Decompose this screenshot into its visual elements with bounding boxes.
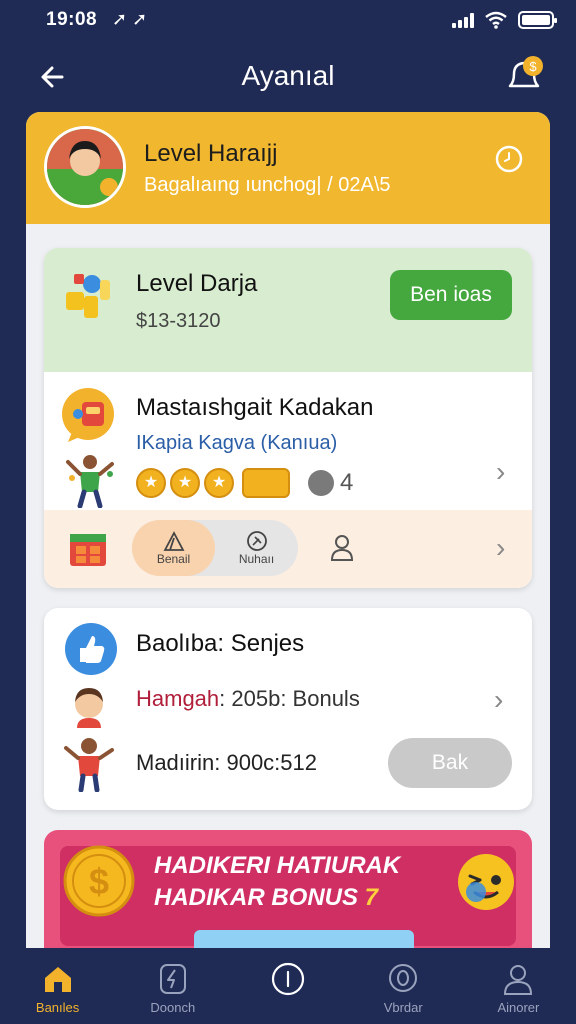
bonus-row-1-highlight: Hamgah [136, 686, 220, 711]
promo-headline: HADIKERI HATIURAK [154, 852, 401, 879]
option-nuhaii-label: Nuhaıı [238, 552, 275, 566]
compass-icon [246, 531, 267, 551]
level-card: Level Darja $13-3120 Ben ioas Mastaıshga… [44, 248, 532, 588]
tab-home[interactable]: Banıles [0, 948, 115, 1024]
bonus-row-1[interactable]: Hamgah: 205b: Bonuls [136, 686, 360, 712]
level-value: $13-3120 [136, 310, 221, 332]
winking-emoji-icon [458, 854, 514, 910]
svg-text:$: $ [89, 861, 109, 902]
bolt-icon [159, 964, 186, 994]
promo-subline-text: HADIKAR BONUS [154, 884, 358, 911]
profile-header: Level Haraıjj Bagalıaıng ıunchog| / 02A\… [26, 112, 550, 224]
page-title: Ayanıal [241, 60, 335, 91]
chevron-right-icon[interactable]: › [494, 686, 514, 714]
profile-subtitle: Bagalıaıng ıunchog| / 02A\5 [144, 174, 391, 196]
star-coin-icon: ★ [136, 468, 166, 498]
option-benail[interactable]: Benail [132, 520, 215, 576]
location-arrow-icon: ➚ ➚ [112, 9, 148, 29]
level-title: Level Darja [136, 270, 258, 297]
person-outline-icon[interactable] [328, 532, 356, 564]
tab-ainorer[interactable]: Ainorer [461, 948, 576, 1024]
wallet-bubble-icon [62, 388, 114, 442]
circle-icon [271, 962, 305, 996]
app-header: Ayanıal $ [0, 52, 576, 102]
level-section: Level Darja $13-3120 Ben ioas [44, 248, 532, 372]
tab-vbrdar[interactable]: Vbrdar [346, 948, 461, 1024]
home-icon [44, 967, 71, 992]
reward-coins: ★ ★ ★ 4 [136, 468, 353, 498]
quest-section[interactable]: Mastaıshgait Kadakan IKapia Kagva (Kanıu… [44, 372, 532, 510]
tab-ainorer-label: Ainorer [497, 1000, 540, 1015]
signal-icon [452, 12, 474, 28]
user-icon [504, 965, 533, 995]
tab-vbrdar-label: Vbrdar [383, 1000, 423, 1015]
wifi-icon [485, 11, 507, 29]
quest-options: Benail Nuhaıı › [44, 510, 532, 588]
quest-subtitle: IKapia Kagva (Kanıua) [136, 432, 338, 454]
notification-bell-icon[interactable]: $ [500, 52, 548, 100]
bonus-title: Baolıba: Senjes [136, 630, 305, 657]
chevron-right-icon[interactable]: › [496, 458, 516, 486]
dollar-coin-icon: $ [63, 845, 135, 917]
promo-subline: HADIKAR BONUS 7 [154, 884, 378, 912]
reward-count: 4 [340, 469, 354, 496]
tab-home-label: Banıles [35, 1000, 80, 1015]
content-panel: Level Haraıjj Bagalıaıng ıunchog| / 02A\… [26, 112, 550, 948]
clock-icon[interactable] [494, 144, 524, 174]
level-action-button[interactable]: Ben ioas [390, 270, 512, 320]
waving-person-icon [64, 738, 114, 792]
ticket-icon [242, 468, 290, 498]
star-coin-icon: ★ [170, 468, 200, 498]
status-time: 19:08 [46, 9, 98, 30]
person-avatar-icon [47, 129, 123, 205]
quest-title: Mastaıshgait Kadakan [136, 394, 374, 421]
tab-doonch-label: Doonch [150, 1000, 196, 1015]
battery-icon [518, 11, 557, 29]
tab-doonch[interactable]: Doonch [115, 948, 230, 1024]
bonus-row-2: Madıirin: 900c:512 [136, 750, 317, 775]
profile-name: Level Haraıjj [144, 140, 278, 167]
tab-center[interactable] [230, 948, 345, 1024]
avatar[interactable] [44, 126, 126, 208]
promo-banner[interactable]: $ HADIKERI HATIURAK HADIKAR BONUS 7 [44, 830, 532, 948]
lock-coin-icon [308, 470, 334, 496]
cheering-person-icon [66, 455, 114, 508]
promo-image-strip [194, 930, 414, 948]
bonus-action-button[interactable]: Bak [388, 738, 512, 788]
status-bar: 19:08 ➚ ➚ [0, 0, 576, 40]
puzzle-blocks-icon [66, 274, 110, 318]
promo-subline-accent: 7 [364, 884, 379, 911]
person-face-icon [75, 688, 103, 728]
thumbs-up-icon [65, 623, 117, 675]
chevron-right-icon[interactable]: › [496, 534, 516, 562]
bottom-tab-bar: Banıles Doonch Vbrdar Ainorer [0, 948, 576, 1024]
star-coin-icon: ★ [204, 468, 234, 498]
bonus-row-1-text: : 205b: Bonuls [219, 686, 360, 711]
option-toggle: Benail Nuhaıı [132, 520, 298, 576]
option-nuhaii[interactable]: Nuhaıı [215, 520, 298, 576]
badge-icon [389, 964, 418, 992]
tent-icon [163, 531, 184, 551]
svg-text:$: $ [529, 59, 537, 74]
option-benail-label: Benail [156, 552, 191, 566]
calendar-icon[interactable] [68, 530, 108, 568]
bonus-card: Baolıba: Senjes Hamgah: 205b: Bonuls › M… [44, 608, 532, 810]
